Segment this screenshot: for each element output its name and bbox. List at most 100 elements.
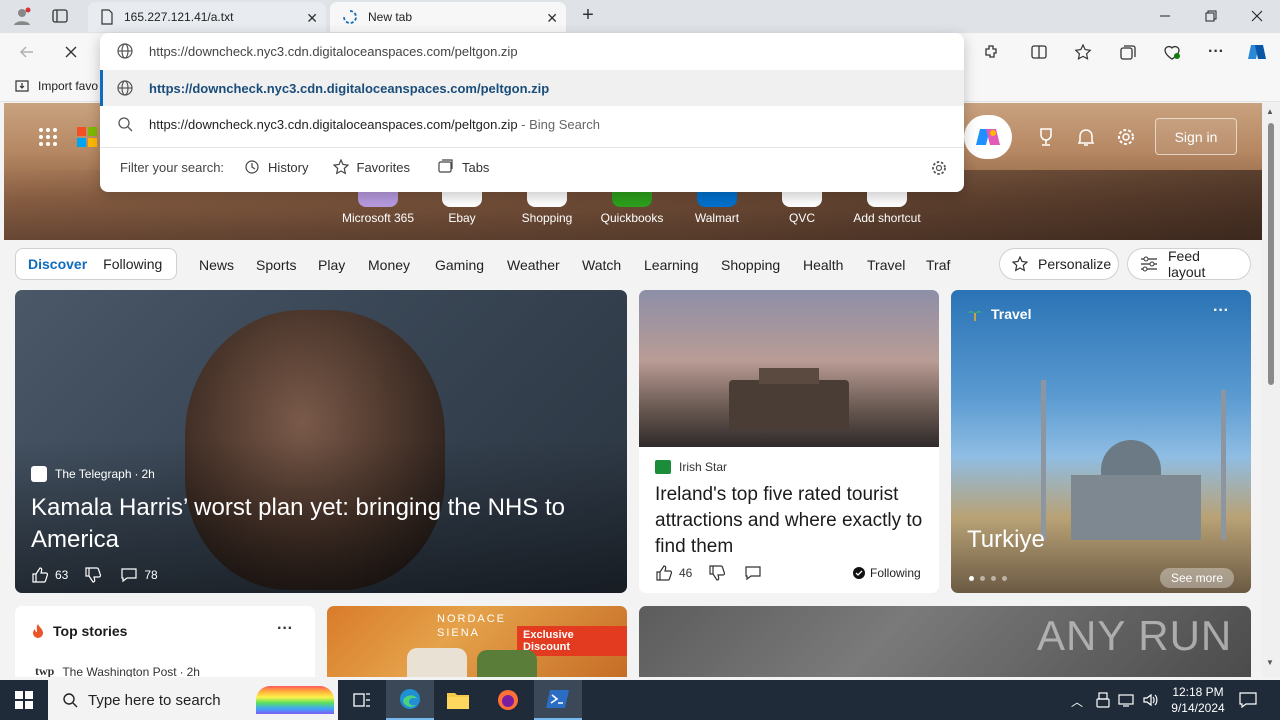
notification-center-icon[interactable] xyxy=(1239,692,1257,708)
nav-health[interactable]: Health xyxy=(803,257,843,273)
nav-news[interactable]: News xyxy=(199,257,234,273)
ireland-news-card[interactable]: Irish Star Ireland's top five rated tour… xyxy=(639,290,939,593)
following-label: Following xyxy=(870,566,921,580)
mosque-image xyxy=(1041,380,1226,540)
settings-gear-icon[interactable] xyxy=(1116,127,1136,147)
split-screen-icon[interactable] xyxy=(1028,41,1050,63)
microsoft-logo[interactable] xyxy=(77,127,97,147)
nav-gaming[interactable]: Gaming xyxy=(435,257,484,273)
clock[interactable]: 12:18 PM 9/14/2024 xyxy=(1166,684,1230,716)
taskbar-search-box[interactable]: Type here to search xyxy=(48,680,338,720)
rewards-icon[interactable] xyxy=(1036,127,1056,147)
close-tab-icon[interactable]: ✕ xyxy=(306,10,318,27)
main-news-card[interactable]: The Telegraph · 2h Kamala Harris’ worst … xyxy=(15,290,627,593)
suggestion-url[interactable]: https://downcheck.nyc3.cdn.digitaloceans… xyxy=(100,70,964,106)
nav-shopping[interactable]: Shopping xyxy=(721,257,780,273)
tab-new-tab[interactable]: New tab ✕ xyxy=(330,2,566,32)
personalize-button[interactable]: Personalize xyxy=(999,248,1119,280)
sign-in-button[interactable]: Sign in xyxy=(1155,118,1237,155)
usb-device-icon[interactable] xyxy=(1096,692,1110,708)
close-window-button[interactable] xyxy=(1234,0,1280,32)
shortcut-label: Shopping xyxy=(521,211,573,225)
filter-favorites-button[interactable]: Favorites xyxy=(332,159,410,175)
new-tab-button[interactable]: + xyxy=(578,5,598,26)
nav-learning[interactable]: Learning xyxy=(644,257,699,273)
nav-sports[interactable]: Sports xyxy=(256,257,296,273)
minimize-button[interactable] xyxy=(1142,0,1188,32)
tab-actions-icon[interactable] xyxy=(52,8,68,24)
comment-icon[interactable] xyxy=(744,564,762,582)
network-icon[interactable] xyxy=(1118,692,1134,708)
carousel-dots[interactable] xyxy=(969,576,1007,581)
notifications-icon[interactable] xyxy=(1076,127,1096,147)
suggestion-text: https://downcheck.nyc3.cdn.digitaloceans… xyxy=(149,116,518,132)
shortcut-label: QVC xyxy=(788,211,815,225)
see-more-button[interactable]: See more xyxy=(1160,568,1234,588)
nav-play[interactable]: Play xyxy=(318,257,345,273)
search-settings-icon[interactable] xyxy=(931,160,947,176)
nav-travel[interactable]: Travel xyxy=(867,257,905,273)
nav-traffic[interactable]: Traf xyxy=(926,257,950,273)
stop-loading-icon[interactable] xyxy=(60,41,82,63)
news-image-card[interactable]: ANY RUN xyxy=(639,606,1251,677)
address-input-row[interactable]: https://downcheck.nyc3.cdn.digitaloceans… xyxy=(100,33,964,69)
feed-layout-label: Feed layout xyxy=(1168,248,1206,280)
filter-tabs-button[interactable]: Tabs xyxy=(438,159,489,175)
filter-history-button[interactable]: History xyxy=(244,159,309,175)
close-tab-icon[interactable]: ✕ xyxy=(546,10,558,27)
extensions-icon[interactable] xyxy=(980,41,1002,63)
volume-icon[interactable] xyxy=(1142,692,1158,708)
collections-icon[interactable] xyxy=(1117,41,1139,63)
show-hidden-icons[interactable]: ︿ xyxy=(1071,693,1083,710)
more-options-icon[interactable]: ··· xyxy=(277,620,293,638)
following-badge[interactable]: Following xyxy=(853,566,921,580)
more-menu-icon[interactable]: ··· xyxy=(1205,41,1227,63)
copilot-button[interactable] xyxy=(964,115,1012,159)
nav-money[interactable]: Money xyxy=(368,257,410,273)
ad-brand: NORDACE SIENA xyxy=(437,613,507,639)
nav-watch[interactable]: Watch xyxy=(582,257,621,273)
tab-discover[interactable]: Discover xyxy=(28,256,87,272)
like-icon[interactable] xyxy=(31,566,49,584)
task-view-icon[interactable] xyxy=(338,680,386,720)
browser-essentials-icon[interactable] xyxy=(1161,41,1183,63)
edge-taskbar-icon[interactable] xyxy=(386,680,434,720)
see-more-label: See more xyxy=(1170,571,1224,585)
tab-a-txt[interactable]: 165.227.121.41/a.txt ✕ xyxy=(88,2,326,32)
tab-strip: 165.227.121.41/a.txt ✕ New tab ✕ + xyxy=(0,0,1280,33)
profile-icon[interactable] xyxy=(12,6,32,26)
like-icon[interactable] xyxy=(655,564,673,582)
nav-weather[interactable]: Weather xyxy=(507,257,560,273)
search-icon xyxy=(62,692,78,708)
start-button[interactable] xyxy=(0,680,48,720)
more-options-icon[interactable]: ··· xyxy=(1213,302,1229,320)
travel-card[interactable]: Travel ··· Turkiye See more xyxy=(951,290,1251,593)
favorites-star-icon[interactable] xyxy=(1072,41,1094,63)
suggestion-suffix: - Bing Search xyxy=(517,116,600,132)
app-launcher-icon[interactable] xyxy=(38,127,58,147)
watermark-text: ANY RUN xyxy=(1037,612,1233,659)
dislike-icon[interactable] xyxy=(708,564,726,582)
ad-card[interactable]: NORDACE SIENA Exclusive Discount xyxy=(327,606,627,677)
article-headline[interactable]: Kamala Harris’ worst plan yet: bringing … xyxy=(31,492,611,556)
discover-following-toggle: Discover Following xyxy=(15,248,177,280)
feed-layout-button[interactable]: Feed layout xyxy=(1127,248,1251,280)
tab-following[interactable]: Following xyxy=(103,256,162,272)
dislike-icon[interactable] xyxy=(84,566,102,584)
import-favorites-button[interactable]: Import favo xyxy=(14,78,98,94)
travel-title[interactable]: Turkiye xyxy=(967,526,1045,554)
article-headline[interactable]: Ireland's top five rated tourist attract… xyxy=(655,482,930,560)
powershell-icon[interactable] xyxy=(534,680,582,720)
firefox-icon[interactable] xyxy=(484,680,532,720)
comment-icon[interactable] xyxy=(120,566,138,584)
suggestion-bing-search[interactable]: https://downcheck.nyc3.cdn.digitaloceans… xyxy=(100,106,964,142)
file-explorer-icon[interactable] xyxy=(434,680,482,720)
address-input[interactable]: https://downcheck.nyc3.cdn.digitaloceans… xyxy=(149,44,518,59)
restore-button[interactable] xyxy=(1188,0,1234,32)
globe-icon xyxy=(116,79,134,97)
copilot-icon[interactable] xyxy=(1246,41,1268,63)
feed-nav: Discover Following News Sports Play Mone… xyxy=(0,240,1262,288)
page-scrollbar[interactable]: ▲ ▼ xyxy=(1262,103,1280,677)
like-count: 63 xyxy=(55,568,69,582)
back-icon[interactable] xyxy=(16,41,38,63)
